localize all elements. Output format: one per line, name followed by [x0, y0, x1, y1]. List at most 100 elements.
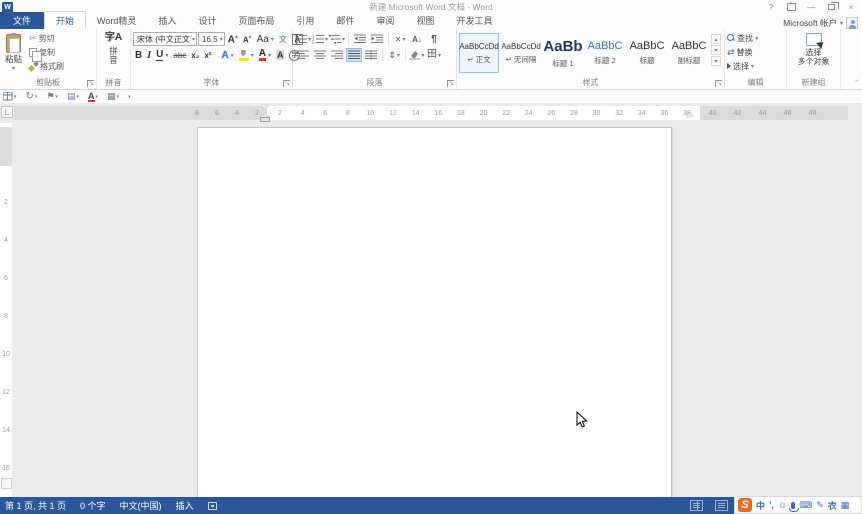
hruler-left-numbers[interactable]: 8642 — [14, 106, 267, 120]
qat-flag-button[interactable]: ⚑ ▾ — [46, 91, 58, 102]
hanging-indent-marker[interactable] — [261, 113, 269, 117]
paste-button[interactable]: 粘贴 ▾ — [2, 31, 25, 77]
style-subtitle[interactable]: AaBbC 副标题 — [669, 33, 709, 73]
sort-button[interactable]: A↓ — [409, 32, 425, 46]
style-no-spacing[interactable]: AaBbCcDd ↵ 无间隔 — [501, 33, 541, 73]
collapse-ribbon-button[interactable]: ˆ — [855, 79, 858, 88]
show-hide-marks-button[interactable]: ¶ — [426, 32, 442, 46]
format-painter-button[interactable]: 格式刷 — [27, 59, 66, 73]
page-number-status[interactable]: 第 1 页, 共 1 页 — [5, 499, 66, 512]
qat-undo-button[interactable]: ↻ ▾ — [26, 91, 38, 102]
align-left-button[interactable] — [295, 48, 311, 62]
pinyin-button[interactable]: 字A 拼音 — [99, 31, 128, 66]
bullets-button[interactable]: ▾ — [295, 32, 311, 46]
ribbon-display-options-button[interactable]: ˆ — [782, 1, 800, 14]
decrease-indent-button[interactable] — [352, 32, 368, 46]
qat-table-button[interactable]: ▦ ▾ — [107, 91, 119, 102]
increase-indent-button[interactable] — [369, 32, 385, 46]
styles-gallery-more-button[interactable]: ▾ — [711, 56, 721, 66]
distribute-button[interactable] — [363, 48, 379, 62]
tab-design[interactable]: 设计 — [187, 12, 227, 29]
vertical-ruler[interactable]: 2 4 6 8 10 12 14 16 — [0, 123, 12, 497]
superscript-button[interactable]: x² — [202, 48, 213, 62]
document-area[interactable]: L 8642 2 4 6 8 10 12 14 16 18 20 22 24 26 28 30 32 34 36 3… — [0, 103, 862, 497]
first-line-indent-marker[interactable] — [261, 105, 269, 110]
align-center-button[interactable] — [312, 48, 328, 62]
tab-insert[interactable]: 插入 — [147, 12, 187, 29]
phonetic-guide-button[interactable]: 文 — [277, 32, 289, 46]
style-title[interactable]: AaBbC 标题 — [627, 33, 667, 73]
align-right-button[interactable] — [329, 48, 345, 62]
tab-mailings[interactable]: 邮件 — [325, 12, 365, 29]
italic-button[interactable]: I — [145, 48, 153, 62]
word-count-status[interactable]: 0 个字 — [80, 499, 106, 512]
minimize-button[interactable]: — — [802, 1, 820, 14]
font-name-combo[interactable]: 宋体 (中文正文) ▾ — [133, 32, 197, 46]
strikethrough-button[interactable]: abc — [171, 48, 188, 62]
hruler-center-numbers[interactable]: 2 4 6 8 10 12 14 16 18 20 22 24 26 28 30 32 34 36 38 — [267, 106, 700, 120]
ime-skin-icon[interactable]: 衣 — [828, 499, 837, 512]
replace-button[interactable]: ⇄ 替换 — [727, 45, 784, 59]
close-button[interactable]: × — [842, 1, 860, 14]
account-menu[interactable]: Microsoft 帐户 ▾ — [783, 17, 862, 29]
tab-developer[interactable]: 开发工具 — [445, 12, 503, 29]
font-size-combo[interactable]: 16.5 ▾ — [198, 32, 225, 46]
qat-overflow-button[interactable]: ▾ — [128, 94, 131, 100]
document-page[interactable] — [197, 127, 672, 497]
find-button[interactable]: 查找 ▾ — [727, 31, 784, 45]
tab-file[interactable]: 文件 — [0, 12, 45, 29]
help-button[interactable]: ? — [762, 1, 780, 14]
sogou-logo-icon[interactable]: S — [738, 498, 752, 512]
styles-dialog-launcher[interactable]: ↘ — [715, 80, 722, 87]
ime-handwriting-icon[interactable]: ✎ — [816, 500, 824, 511]
tab-home[interactable]: 开始 — [44, 11, 87, 29]
tab-references[interactable]: 引用 — [285, 12, 325, 29]
tab-review[interactable]: 审阅 — [365, 12, 405, 29]
line-spacing-button[interactable]: ⇕ ▾ — [386, 48, 402, 62]
clipboard-dialog-launcher[interactable]: ↘ — [87, 80, 94, 87]
asian-layout-button[interactable]: ✕ ▾ — [392, 32, 408, 46]
paragraph-dialog-launcher[interactable]: ↘ — [447, 80, 454, 87]
left-indent-marker[interactable] — [260, 116, 270, 122]
right-indent-marker[interactable] — [686, 113, 694, 117]
print-layout-button[interactable] — [715, 500, 728, 511]
restore-button[interactable] — [822, 1, 840, 14]
ime-voice-icon[interactable] — [789, 501, 800, 512]
language-status[interactable]: 中文(中国) — [120, 499, 162, 512]
copy-button[interactable]: 复制 — [27, 45, 66, 62]
change-case-button[interactable]: Aa ▾ — [255, 32, 276, 46]
tab-view[interactable]: 视图 — [405, 12, 445, 29]
avatar[interactable] — [846, 17, 858, 29]
borders-button[interactable]: 田 ▾ — [426, 48, 442, 62]
tab-word-wizard[interactable]: Word精灵 — [86, 12, 147, 29]
macro-record-icon[interactable] — [207, 501, 217, 510]
justify-button[interactable] — [346, 48, 362, 62]
qat-font-color-button[interactable]: A ▾ — [88, 91, 98, 102]
numbering-button[interactable]: 1 2 3 ▾ — [312, 32, 328, 46]
styles-scroll-up-button[interactable]: ▴ — [711, 34, 721, 44]
text-effects-button[interactable]: A ▾ — [219, 48, 235, 62]
qat-grid-button[interactable]: ▾ — [3, 92, 17, 101]
ime-punctuation-icon[interactable]: ’, — [769, 500, 774, 510]
select-button[interactable]: 选择 ▾ — [727, 59, 784, 73]
tab-stop-selector[interactable]: L — [1, 106, 13, 118]
font-dialog-launcher[interactable]: ↘ — [283, 80, 290, 87]
shading-button[interactable]: ▾ — [409, 48, 425, 62]
select-multiple-objects-button[interactable]: 选择 多个对象 — [789, 31, 838, 67]
ime-toolbox-icon[interactable]: ▦ — [841, 500, 850, 511]
style-heading-2[interactable]: AaBbC 标题 2 — [585, 33, 625, 73]
cut-button[interactable]: ✂ 剪切 — [27, 31, 66, 45]
qat-document-button[interactable]: ▤ ▾ — [67, 91, 79, 102]
styles-scroll-down-button[interactable]: ▾ — [711, 45, 721, 55]
grow-font-button[interactable]: A▴ — [226, 32, 240, 46]
style-normal[interactable]: AaBbCcDd ↵ 正文 — [459, 33, 499, 73]
underline-button[interactable]: U ▾ — [154, 48, 170, 62]
ime-emoji-icon[interactable]: ☺ — [778, 500, 787, 510]
bold-button[interactable]: B — [133, 48, 144, 62]
highlight-color-button[interactable]: ▾ — [237, 48, 256, 62]
word-app-icon[interactable]: W — [2, 1, 13, 13]
hruler-right-numbers[interactable]: 40 42 44 46 48 — [700, 106, 848, 120]
style-heading-1[interactable]: AaBb 标题 1 — [543, 33, 583, 73]
font-color-button[interactable]: A ▾ — [257, 48, 273, 62]
ruler-bottom-icon[interactable] — [1, 478, 12, 489]
